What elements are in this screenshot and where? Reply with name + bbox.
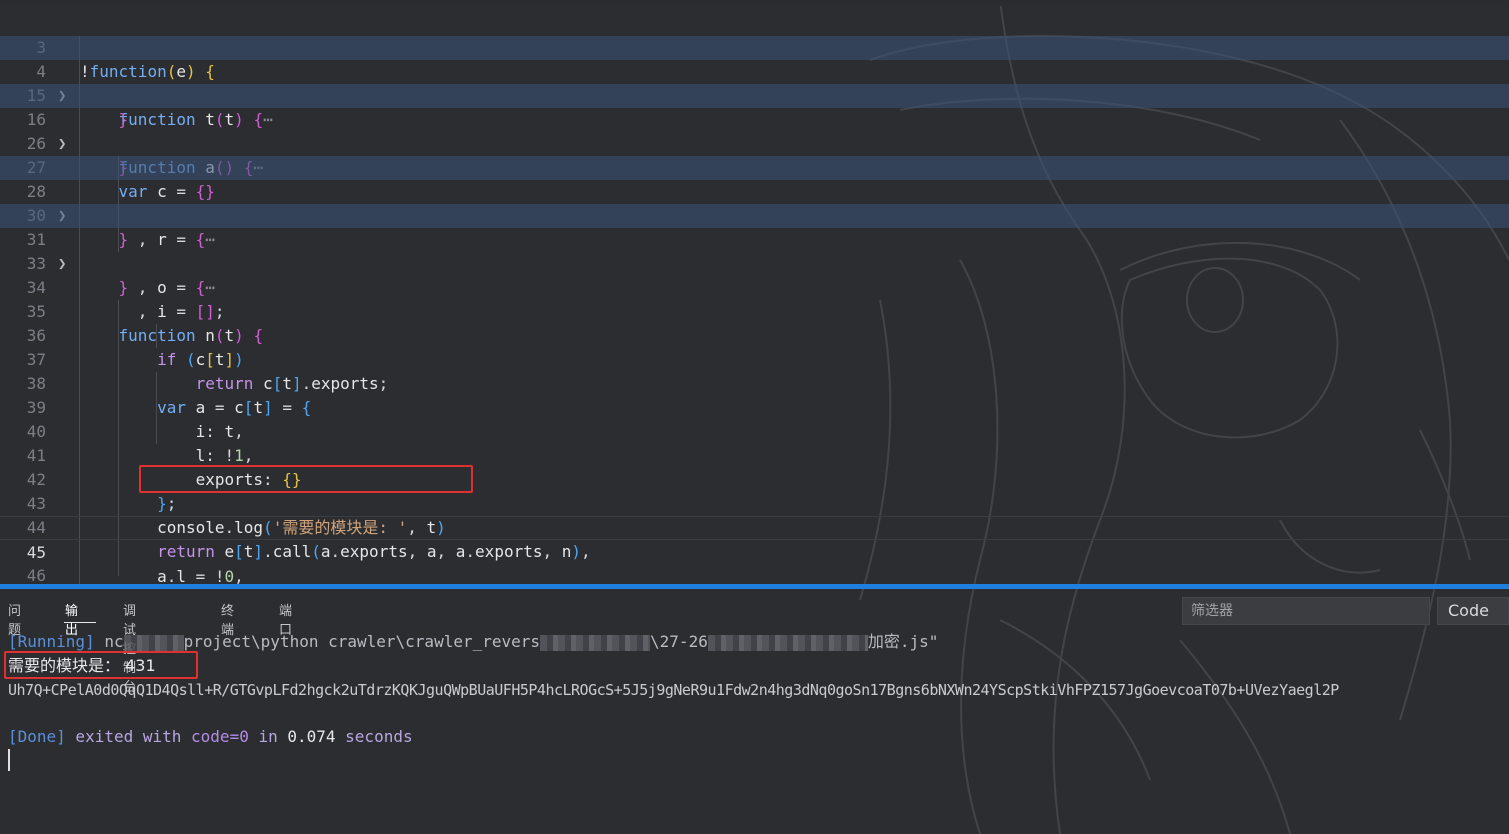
code-line[interactable]: 3 !function(e) { bbox=[0, 12, 1509, 81]
code-line[interactable]: 39 i: t, bbox=[0, 372, 1509, 441]
code-line[interactable]: 38 var a = c[t] = { bbox=[0, 348, 1509, 417]
code-line[interactable]: 33 } bbox=[0, 228, 1509, 297]
code-line[interactable]: 47 } bbox=[0, 564, 1509, 584]
highlight-box-result bbox=[4, 651, 198, 679]
output-done-line: [Done] exited with code=0 in 0.074 secon… bbox=[8, 727, 413, 746]
code-line[interactable]: 28 ❯ , r = {⋯ bbox=[0, 156, 1509, 249]
code-line[interactable]: 26 } bbox=[0, 108, 1509, 177]
code-line[interactable]: 41 exports: {} bbox=[0, 420, 1509, 489]
text-cursor bbox=[8, 749, 10, 771]
code-line[interactable]: 35 function n(t) { bbox=[0, 276, 1509, 345]
output-running-line: [Running] nc project\python crawler\crawl… bbox=[8, 632, 939, 651]
code-line[interactable]: 4 ❯ function t(t) {⋯ bbox=[0, 36, 1509, 129]
redacted-text bbox=[540, 634, 651, 651]
output-encrypted-line: Uh7Q+CPelA0d0QqQ1D4Qsll+R/GTGvpLFd2hgck2… bbox=[8, 681, 1339, 699]
code-line[interactable]: 27 var c = {} bbox=[0, 132, 1509, 201]
code-line[interactable]: 40 l: !1, bbox=[0, 396, 1509, 465]
editor-top-edge bbox=[0, 0, 1509, 6]
output-channel-select[interactable]: Code bbox=[1437, 597, 1509, 625]
bottom-panel: 问题 输出 调试控制台 终端 端口 筛选器 Code [Running] ncp… bbox=[0, 589, 1509, 834]
code-line[interactable]: 34 , i = []; bbox=[0, 252, 1509, 321]
code-line[interactable]: 31 ❯ , o = {⋯ bbox=[0, 204, 1509, 297]
active-tab-indicator bbox=[64, 622, 96, 623]
code-line-active[interactable]: 45 a.l = !0, bbox=[0, 516, 1509, 584]
code-line[interactable]: 44 return e[t].call(a.exports, a, a.expo… bbox=[0, 492, 1509, 561]
redacted-text bbox=[123, 634, 184, 651]
output-filter-input[interactable]: 筛选器 bbox=[1182, 597, 1430, 625]
redacted-text bbox=[707, 634, 868, 651]
code-line[interactable]: 15 } bbox=[0, 60, 1509, 129]
code-line[interactable]: 36 if (c[t]) bbox=[0, 300, 1509, 369]
code-line[interactable]: 16 ❯ function a() {⋯ bbox=[0, 84, 1509, 177]
code-line[interactable]: 30 } bbox=[0, 180, 1509, 249]
code-line[interactable]: 37 return c[t].exports; bbox=[0, 324, 1509, 393]
code-line[interactable]: 46 a.exports bbox=[0, 540, 1509, 584]
highlight-box-console-log bbox=[139, 465, 473, 493]
code-editor[interactable]: 3 !function(e) { 4 ❯ function t(t) {⋯ 15… bbox=[0, 0, 1509, 584]
